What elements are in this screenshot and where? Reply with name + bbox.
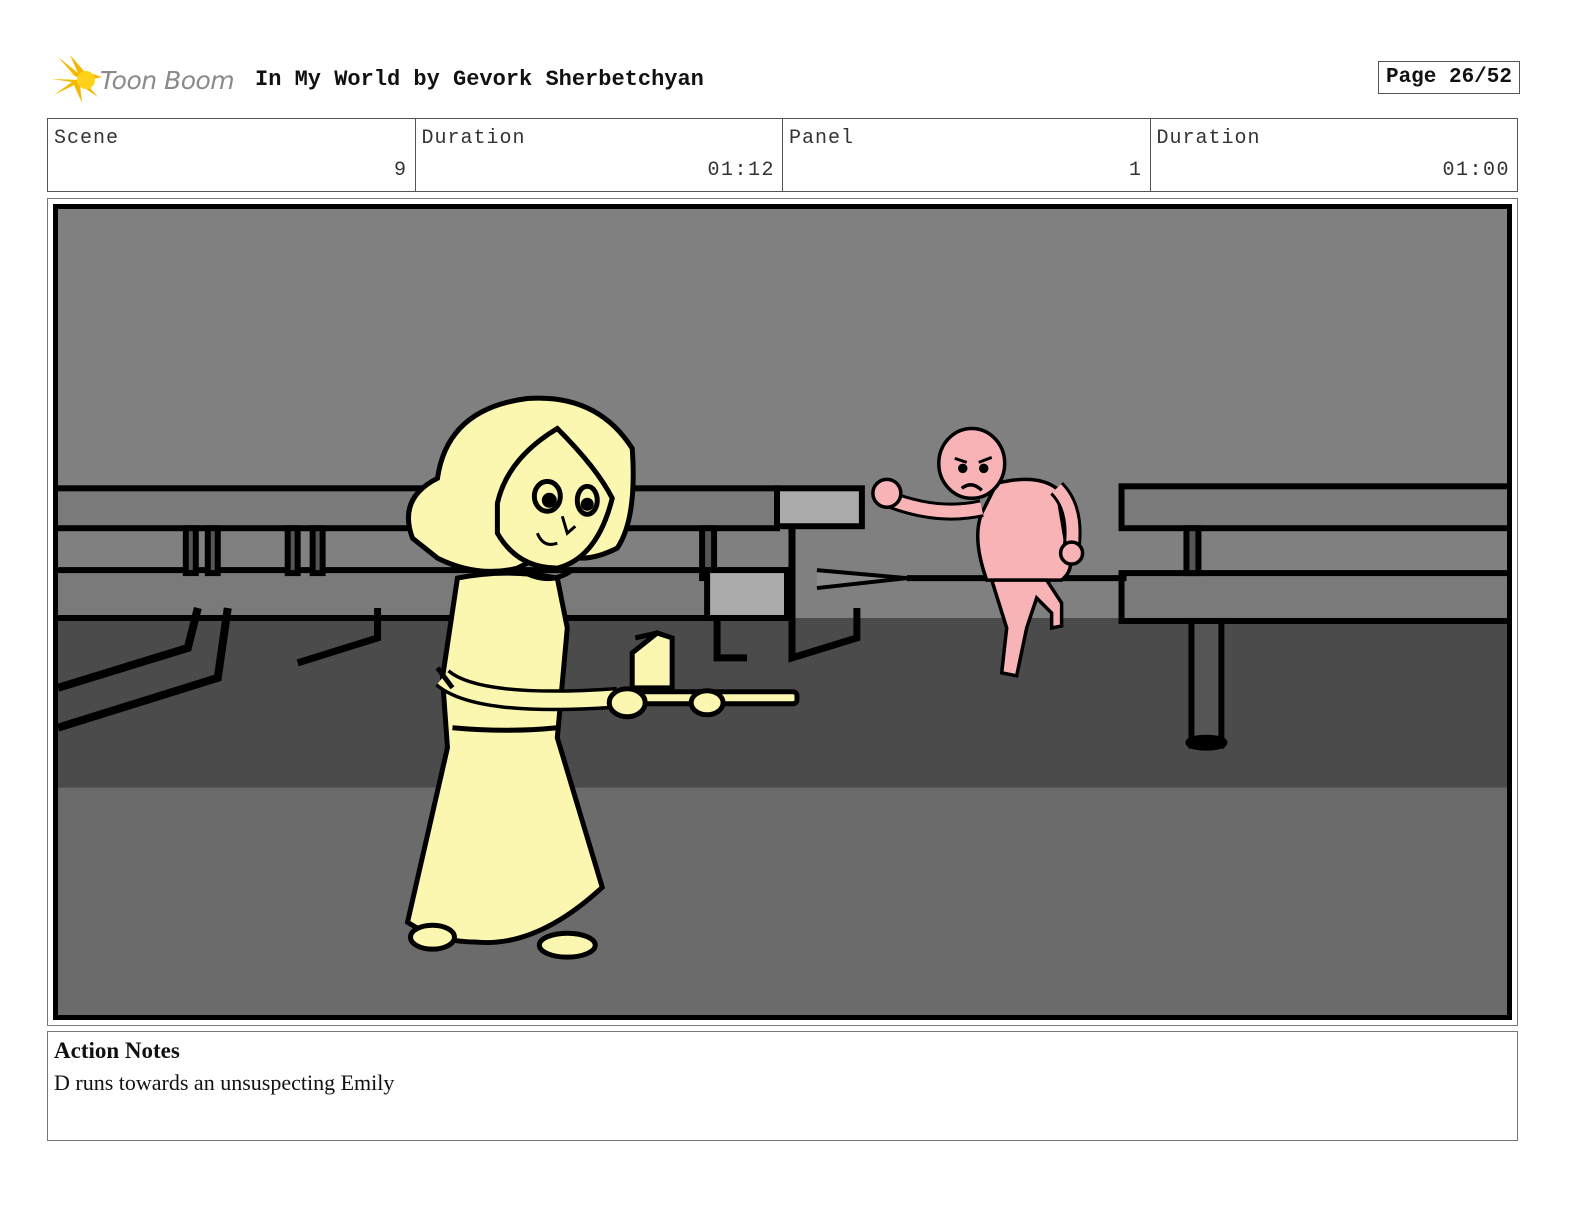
toon-boom-logo: Toon Boom (52, 55, 242, 105)
action-notes-title: Action Notes (54, 1038, 180, 1063)
scene-label: Scene (54, 127, 120, 150)
panel-label: Panel (789, 127, 855, 150)
action-notes: Action Notes D runs towards an unsuspect… (47, 1031, 1518, 1141)
scene-value: 9 (393, 159, 408, 182)
logo-text: Toon Boom (100, 65, 235, 95)
panel-duration-value: 01:00 (1442, 159, 1510, 182)
scene-duration-value: 01:12 (707, 159, 775, 182)
panel-cell: Panel 1 (783, 119, 1151, 191)
storyboard-panel (47, 198, 1518, 1026)
scene-duration-cell: Duration 01:12 (416, 119, 783, 191)
project-title: In My World by Gevork Sherbetchyan (255, 67, 704, 92)
action-notes-text: D runs towards an unsuspecting Emily (54, 1070, 395, 1095)
panel-duration-cell: Duration 01:00 (1151, 119, 1518, 191)
wall (58, 209, 1507, 628)
page-header: Toon Boom In My World by Gevork Sherbetc… (50, 55, 1520, 105)
info-bar: Scene 9 Duration 01:12 Panel 1 Duration … (47, 118, 1518, 192)
panel-duration-label: Duration (1156, 127, 1261, 150)
floor-front (58, 787, 1507, 1015)
storyboard-drawing (58, 209, 1507, 1015)
scene-duration-label: Duration (421, 127, 526, 150)
panel-value: 1 (1128, 159, 1143, 182)
starburst-icon (52, 55, 102, 103)
panel-frame (53, 204, 1512, 1020)
scene-cell: Scene 9 (48, 119, 416, 191)
page-indicator: Page 26/52 (1377, 61, 1520, 94)
